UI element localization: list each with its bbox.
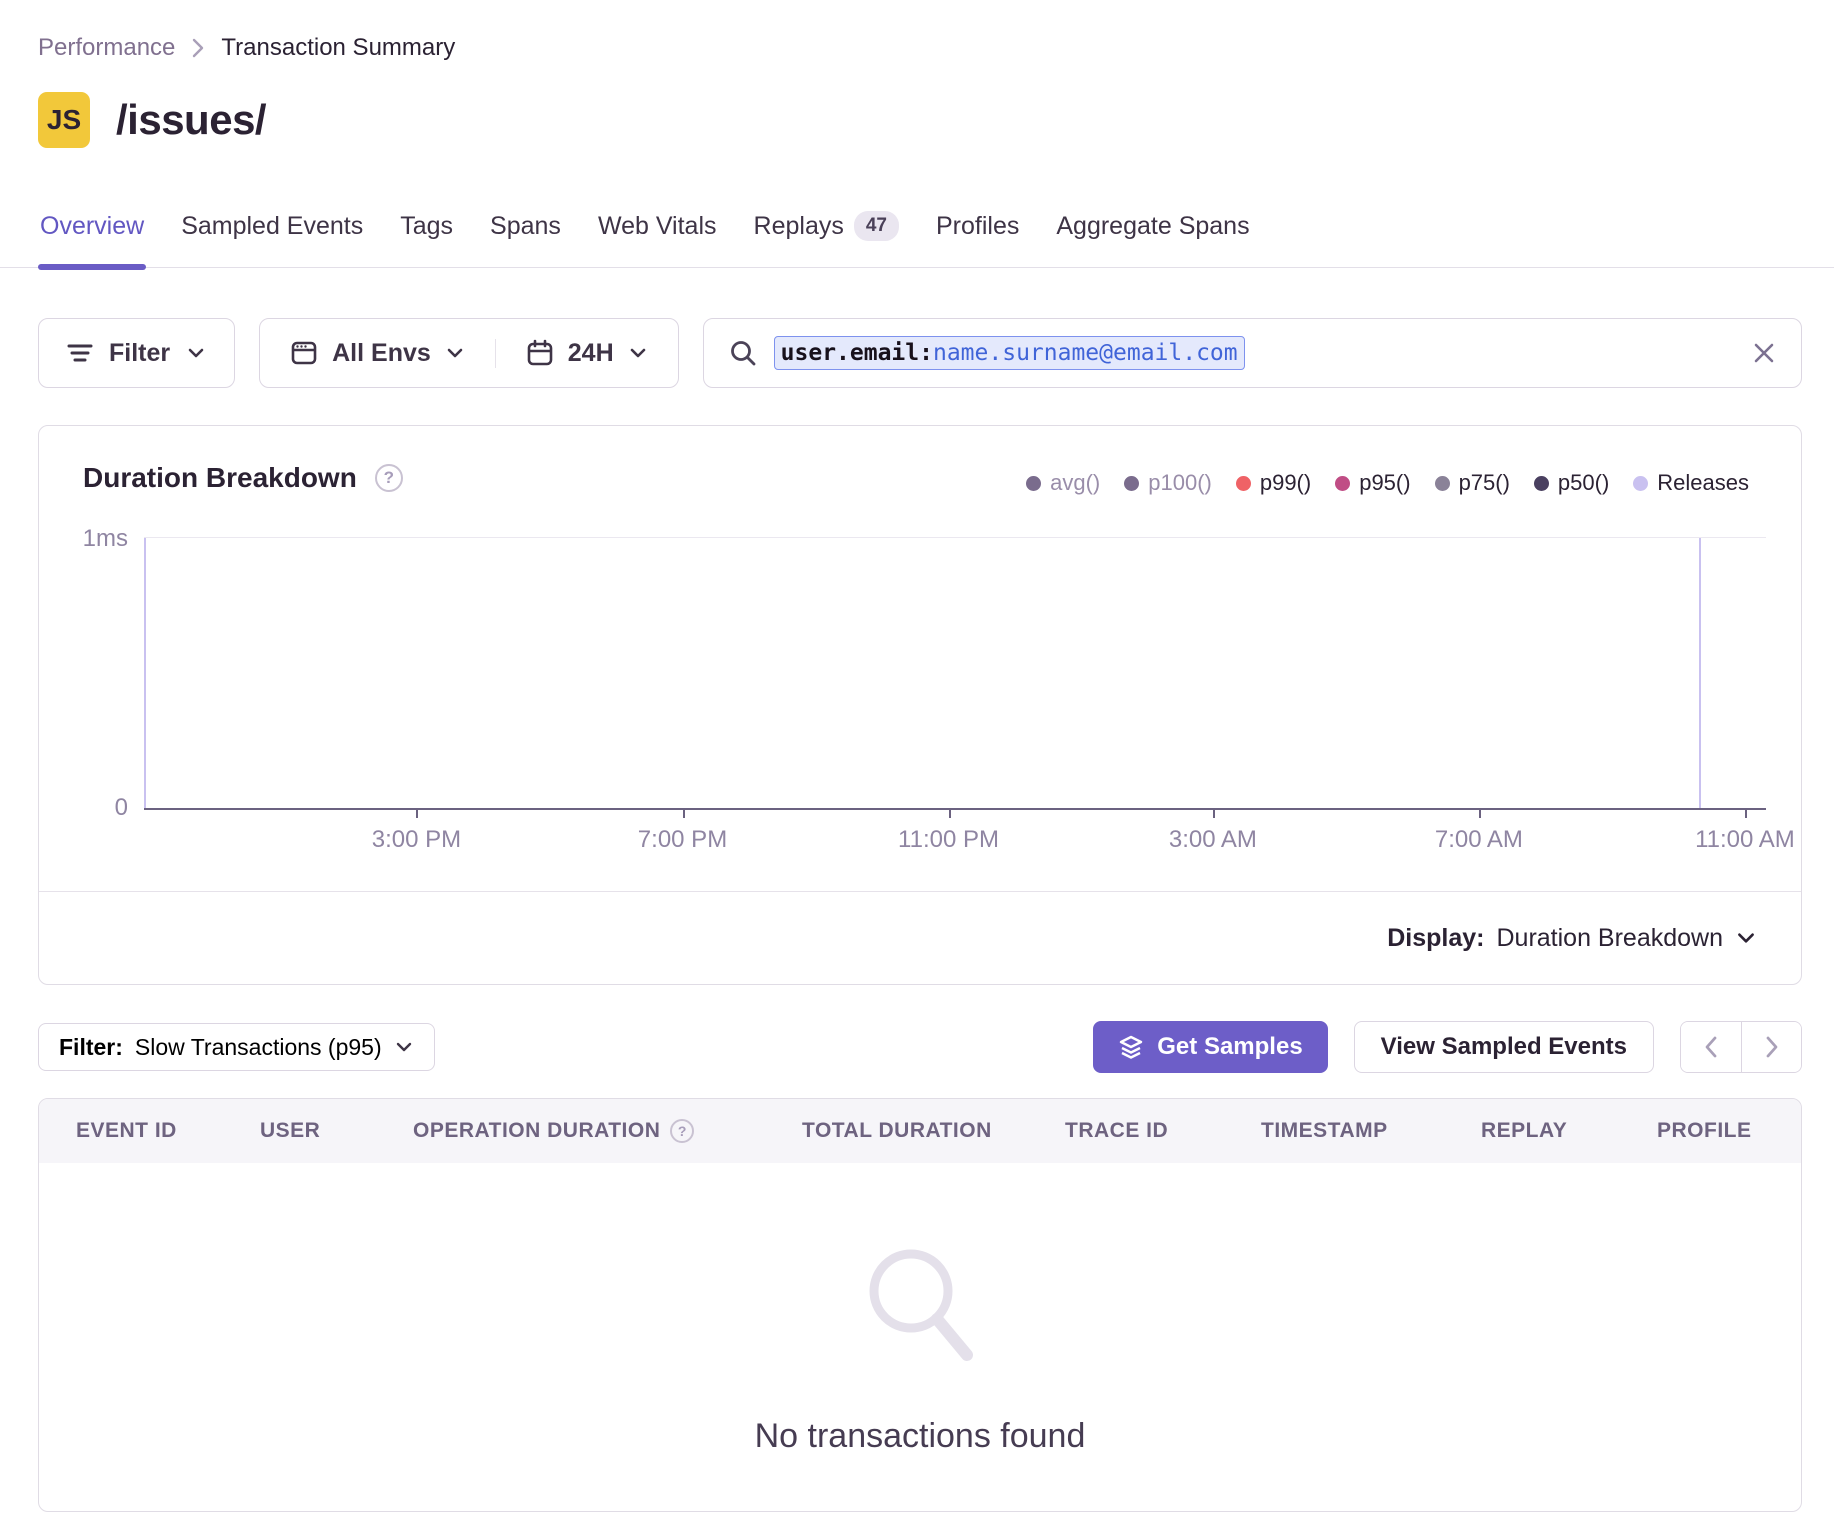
x-axis-tick bbox=[1479, 808, 1481, 818]
x-axis-tick bbox=[683, 808, 685, 818]
legend-item-p50[interactable]: p50() bbox=[1534, 470, 1609, 496]
get-samples-button[interactable]: Get Samples bbox=[1093, 1021, 1327, 1073]
filter-bar: Filter All Envs 24H bbox=[38, 318, 1802, 388]
layers-icon bbox=[1118, 1034, 1144, 1060]
x-axis-label: 7:00 PM bbox=[638, 826, 727, 854]
tab-spans[interactable]: Spans bbox=[488, 206, 563, 267]
x-axis-tick bbox=[1745, 808, 1747, 818]
column-total-duration: TOTAL DURATION bbox=[802, 1119, 1065, 1143]
chevron-down-icon bbox=[186, 343, 206, 363]
search-query-token[interactable]: user.email: name.surname@email.com bbox=[774, 336, 1245, 370]
chevron-down-icon bbox=[628, 343, 648, 363]
column-operation-duration: OPERATION DURATION ? bbox=[413, 1119, 802, 1143]
chevron-down-icon bbox=[1735, 927, 1757, 949]
chart-legend: avg() p100() p99() p95() p75() p50() Rel… bbox=[1026, 470, 1749, 496]
column-trace-id: TRACE ID bbox=[1065, 1119, 1261, 1143]
chart-footer: Display: Duration Breakdown bbox=[39, 891, 1801, 984]
search-input[interactable]: user.email: name.surname@email.com bbox=[703, 318, 1802, 388]
legend-item-avg[interactable]: avg() bbox=[1026, 470, 1100, 496]
token-value: name.surname@email.com bbox=[933, 340, 1238, 366]
tab-replays[interactable]: Replays 47 bbox=[752, 205, 901, 267]
page-title: /issues/ bbox=[116, 96, 266, 144]
legend-dot bbox=[1534, 476, 1549, 491]
column-user: USER bbox=[260, 1119, 413, 1143]
table-empty-state: No transactions found bbox=[39, 1163, 1801, 1512]
date-range-selector[interactable]: 24H bbox=[495, 339, 678, 368]
page-header: JS /issues/ bbox=[38, 92, 266, 148]
tab-profiles[interactable]: Profiles bbox=[934, 206, 1021, 267]
column-replay: REPLAY bbox=[1481, 1119, 1657, 1143]
display-selector[interactable]: Duration Breakdown bbox=[1496, 924, 1757, 953]
previous-page-button[interactable] bbox=[1681, 1022, 1741, 1072]
legend-dot bbox=[1335, 476, 1350, 491]
tab-sampled-events[interactable]: Sampled Events bbox=[179, 206, 365, 267]
platform-badge-js: JS bbox=[38, 92, 90, 148]
x-axis-tick bbox=[416, 808, 418, 818]
search-icon bbox=[728, 338, 758, 368]
x-axis-label: 11:00 PM bbox=[898, 826, 999, 854]
help-icon[interactable]: ? bbox=[670, 1119, 694, 1143]
pagination bbox=[1680, 1021, 1802, 1073]
environment-selector[interactable]: All Envs bbox=[260, 339, 495, 368]
legend-dot bbox=[1026, 476, 1041, 491]
next-page-button[interactable] bbox=[1741, 1022, 1801, 1072]
legend-item-releases[interactable]: Releases bbox=[1633, 470, 1749, 496]
legend-dot bbox=[1435, 476, 1450, 491]
transactions-filter-dropdown[interactable]: Filter: Slow Transactions (p95) bbox=[38, 1023, 435, 1071]
tab-bar: Overview Sampled Events Tags Spans Web V… bbox=[0, 205, 1834, 268]
chart-plot-area[interactable]: 1ms 0 3:00 PM 7:00 PM 11:00 PM 3:00 AM 7… bbox=[144, 537, 1766, 810]
calendar-icon bbox=[526, 339, 554, 367]
filter-button[interactable]: Filter bbox=[38, 318, 235, 388]
samples-toolbar: Filter: Slow Transactions (p95) Get Samp… bbox=[38, 1021, 1802, 1073]
tab-tags[interactable]: Tags bbox=[398, 206, 455, 267]
x-axis-label: 3:00 AM bbox=[1169, 826, 1257, 854]
breadcrumb: Performance Transaction Summary bbox=[38, 34, 455, 62]
legend-dot bbox=[1633, 476, 1648, 491]
help-icon[interactable]: ? bbox=[375, 464, 403, 492]
duration-breakdown-card: Duration Breakdown ? avg() p100() p99() … bbox=[38, 425, 1802, 985]
tab-web-vitals[interactable]: Web Vitals bbox=[596, 206, 719, 267]
y-axis-label-zero: 0 bbox=[115, 794, 128, 822]
chart-title: Duration Breakdown bbox=[83, 462, 357, 494]
env-date-button-group: All Envs 24H bbox=[259, 318, 679, 388]
window-icon bbox=[290, 339, 318, 367]
legend-dot bbox=[1236, 476, 1251, 491]
replays-count-badge: 47 bbox=[854, 211, 899, 241]
column-profile: PROFILE bbox=[1657, 1119, 1801, 1143]
empty-state-message: No transactions found bbox=[755, 1417, 1086, 1456]
release-marker-line[interactable] bbox=[144, 538, 146, 808]
view-sampled-events-button[interactable]: View Sampled Events bbox=[1354, 1021, 1654, 1073]
column-event-id: EVENT ID bbox=[76, 1119, 260, 1143]
empty-search-icon bbox=[859, 1245, 981, 1367]
chevron-right-icon bbox=[191, 37, 205, 59]
y-axis-label-max: 1ms bbox=[83, 525, 128, 553]
breadcrumb-transaction-summary: Transaction Summary bbox=[221, 34, 455, 62]
x-axis-label: 3:00 PM bbox=[372, 826, 461, 854]
x-axis-tick bbox=[1213, 808, 1215, 818]
table-header-row: EVENT ID USER OPERATION DURATION ? TOTAL… bbox=[39, 1099, 1801, 1163]
legend-item-p99[interactable]: p99() bbox=[1236, 470, 1311, 496]
chevron-down-icon bbox=[394, 1037, 414, 1057]
x-axis-tick bbox=[949, 808, 951, 818]
tab-aggregate-spans[interactable]: Aggregate Spans bbox=[1054, 206, 1251, 267]
release-marker-line[interactable] bbox=[1699, 538, 1701, 808]
display-label: Display: bbox=[1387, 924, 1484, 953]
clear-search-icon[interactable] bbox=[1751, 340, 1777, 366]
transactions-table: EVENT ID USER OPERATION DURATION ? TOTAL… bbox=[38, 1098, 1802, 1512]
x-axis-label: 7:00 AM bbox=[1435, 826, 1523, 854]
legend-dot bbox=[1124, 476, 1139, 491]
legend-item-p75[interactable]: p75() bbox=[1435, 470, 1510, 496]
column-timestamp: TIMESTAMP bbox=[1261, 1119, 1481, 1143]
legend-item-p100[interactable]: p100() bbox=[1124, 470, 1212, 496]
legend-item-p95[interactable]: p95() bbox=[1335, 470, 1410, 496]
token-key: user.email: bbox=[781, 340, 933, 366]
chevron-down-icon bbox=[445, 343, 465, 363]
x-axis-label: 11:00 AM bbox=[1695, 826, 1795, 854]
filter-icon bbox=[67, 342, 93, 364]
breadcrumb-performance[interactable]: Performance bbox=[38, 34, 175, 62]
tab-overview[interactable]: Overview bbox=[38, 206, 146, 267]
